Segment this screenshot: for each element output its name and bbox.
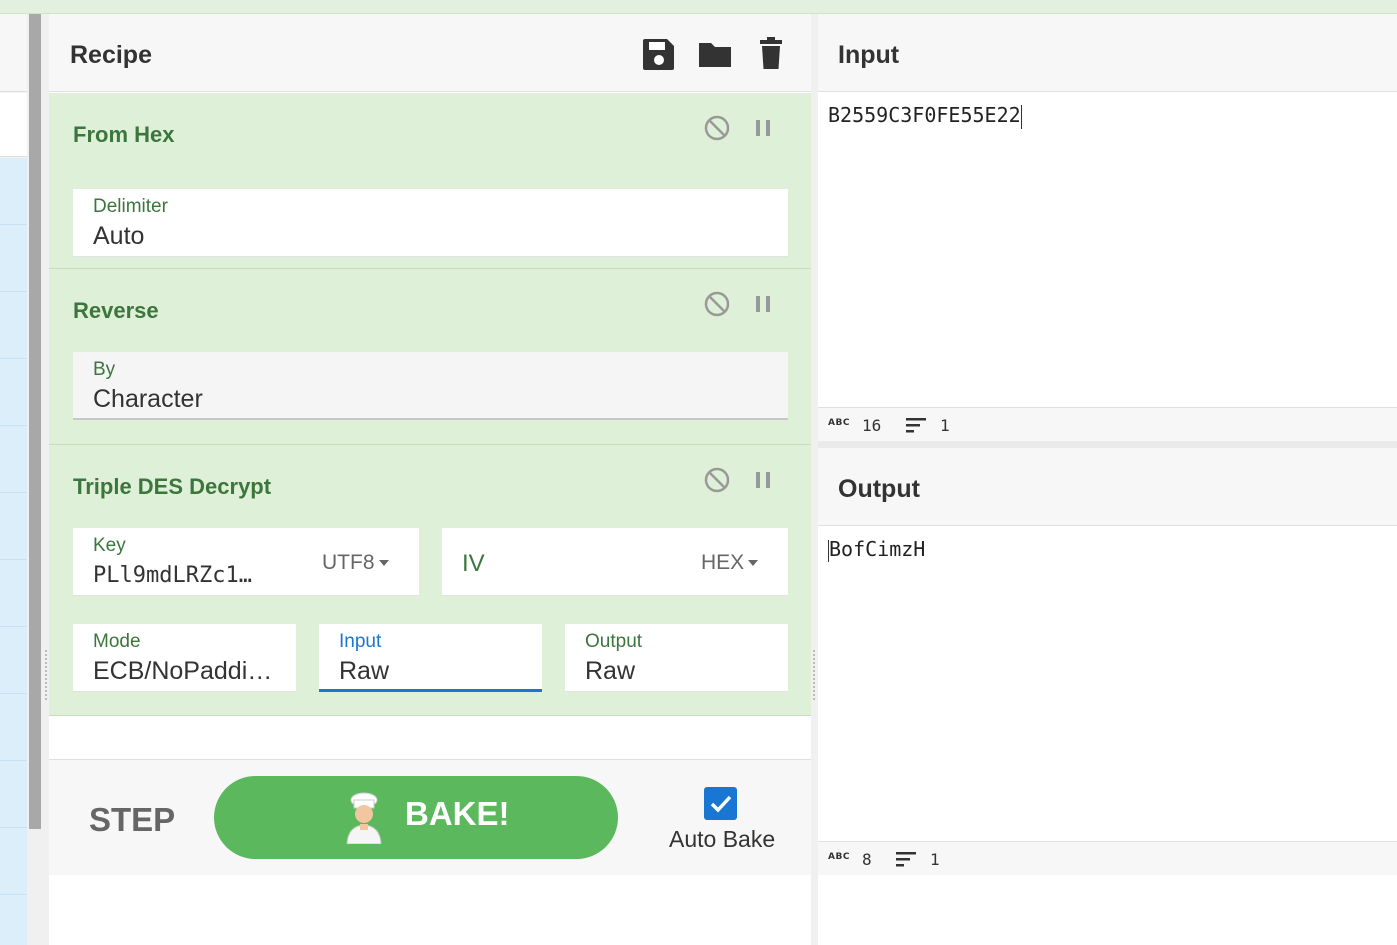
input-header: Input: [818, 14, 1397, 92]
checkmark-icon: [710, 795, 732, 813]
input-lines: 1: [940, 416, 950, 435]
caret-down-icon: [748, 560, 759, 567]
iv-field[interactable]: IV HEX: [442, 528, 788, 596]
input-textarea[interactable]: B2559C3F0FE55E22: [828, 103, 1022, 129]
disable-icon[interactable]: [703, 114, 731, 142]
field-value: Raw: [585, 657, 636, 685]
abc-icon: ABC: [828, 418, 850, 428]
input-format-select[interactable]: Input Raw: [319, 624, 542, 692]
io-divider[interactable]: [818, 441, 1397, 448]
top-banner: [0, 0, 1397, 14]
auto-bake-label: Auto Bake: [669, 826, 776, 852]
operations-list[interactable]: [0, 158, 27, 945]
field-value: Character: [93, 385, 203, 413]
delimiter-field[interactable]: Delimiter Auto: [73, 189, 788, 257]
field-value: Auto: [93, 222, 145, 250]
field-placeholder: IV: [462, 550, 485, 577]
dropdown-value: HEX: [701, 551, 745, 574]
reverse-by-select[interactable]: By Character: [73, 352, 788, 420]
folder-icon[interactable]: [697, 36, 733, 72]
bake-button[interactable]: BAKE!: [214, 776, 618, 859]
breakpoint-icon[interactable]: [749, 290, 777, 318]
output-length: 8: [862, 850, 872, 869]
field-value: ECB/NoPaddi…: [93, 657, 273, 685]
bake-controls: STEP BAKE! Auto Bake: [49, 759, 811, 875]
save-icon[interactable]: [641, 36, 677, 72]
trash-icon[interactable]: [753, 36, 789, 72]
output-text: BofCimzH: [829, 537, 926, 561]
iv-encoding-dropdown[interactable]: HEX: [701, 551, 759, 575]
breakpoint-icon[interactable]: [749, 114, 777, 142]
recipe-title: Recipe: [70, 41, 152, 69]
recipe-header: Recipe: [49, 14, 811, 92]
field-label: Delimiter: [93, 196, 168, 217]
divider-grip[interactable]: [45, 650, 47, 700]
input-text: B2559C3F0FE55E22: [828, 103, 1021, 127]
output-title: Output: [838, 475, 920, 503]
chef-icon: [346, 792, 382, 844]
pane-divider-right[interactable]: [811, 14, 818, 945]
disable-icon[interactable]: [703, 290, 731, 318]
dropdown-value: UTF8: [322, 551, 375, 574]
operations-pane-header: [0, 14, 27, 92]
text-cursor: [1020, 104, 1022, 129]
input-pane: Input B2559C3F0FE55E22 ABC 16 1: [818, 14, 1397, 441]
bake-label: BAKE!: [405, 795, 510, 832]
step-button[interactable]: STEP: [89, 801, 175, 839]
abc-icon: ABC: [828, 852, 850, 862]
operations-search-area[interactable]: [0, 93, 27, 157]
operation-title: Reverse: [73, 298, 159, 323]
field-label: By: [93, 359, 116, 380]
output-lines: 1: [930, 850, 940, 869]
operations-pane: [0, 14, 27, 945]
mode-select[interactable]: Mode ECB/NoPaddi…: [73, 624, 296, 692]
field-value: Raw: [339, 657, 390, 685]
field-label: Key: [93, 535, 126, 556]
input-title: Input: [838, 41, 900, 69]
input-length: 16: [862, 416, 882, 435]
output-textarea[interactable]: BofCimzH: [828, 537, 925, 562]
output-header: Output: [818, 448, 1397, 526]
operation-title: From Hex: [73, 122, 175, 147]
operation-triple-des-decrypt: Triple DES Decrypt Key PLl9mdLRZc1… UTF8…: [49, 445, 811, 716]
lines-icon: [896, 852, 916, 867]
field-label: Input: [339, 631, 382, 652]
field-value: PLl9mdLRZc1…: [93, 563, 252, 588]
output-pane: Output BofCimzH ABC 8 1: [818, 448, 1397, 945]
key-field[interactable]: Key PLl9mdLRZc1… UTF8: [73, 528, 419, 596]
operation-reverse: Reverse By Character: [49, 269, 811, 445]
lines-icon: [906, 418, 926, 433]
operation-from-hex: From Hex Delimiter Auto: [49, 93, 811, 269]
output-status-bar: ABC 8 1: [818, 841, 1397, 875]
field-label: Mode: [93, 631, 141, 652]
breakpoint-icon[interactable]: [749, 466, 777, 494]
divider-grip[interactable]: [813, 650, 815, 700]
disable-icon[interactable]: [703, 466, 731, 494]
scrollbar-thumb[interactable]: [29, 14, 41, 829]
recipe-pane: Recipe From Hex Delimiter Auto Reverse B…: [49, 14, 811, 945]
field-label: Output: [585, 631, 643, 652]
auto-bake-checkbox[interactable]: [704, 787, 737, 820]
operations-scrollbar[interactable]: [27, 14, 43, 945]
operation-title: Triple DES Decrypt: [73, 474, 272, 499]
input-status-bar: ABC 16 1: [818, 407, 1397, 441]
output-format-select[interactable]: Output Raw: [565, 624, 788, 692]
caret-down-icon: [378, 560, 389, 567]
key-encoding-dropdown[interactable]: UTF8: [322, 551, 389, 575]
